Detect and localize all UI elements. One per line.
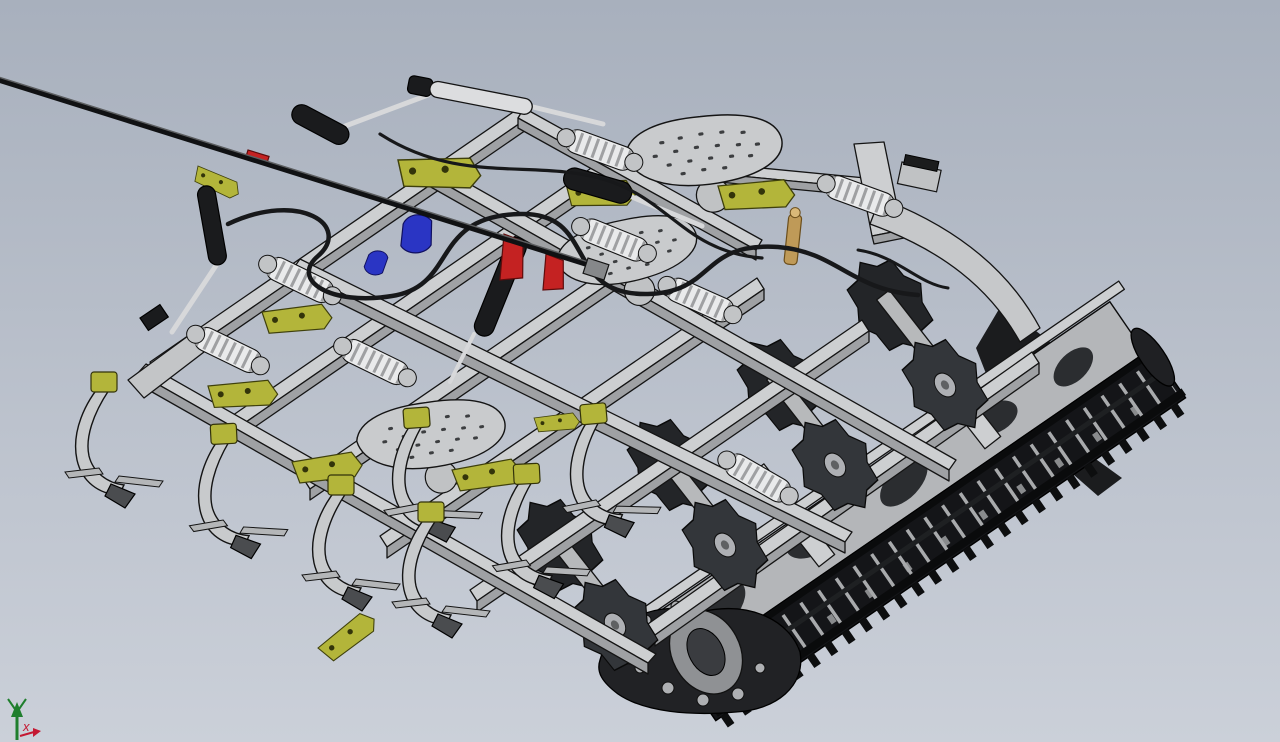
cad-viewport[interactable]: x [0,0,1280,742]
axis-x-label: x [22,719,30,734]
valve-block[interactable] [400,213,434,254]
cad-app-window: x [0,0,1280,742]
